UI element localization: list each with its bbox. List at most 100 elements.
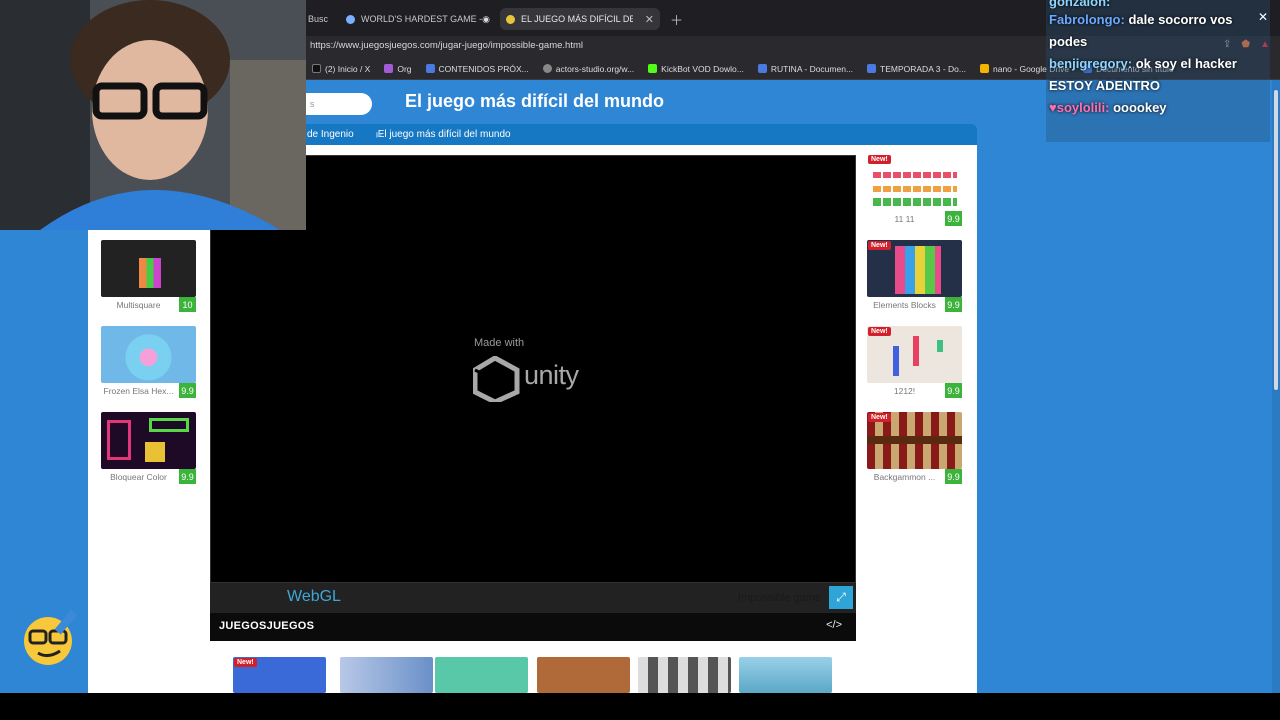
game-title: Multisquare	[116, 300, 161, 310]
scrollbar-thumb[interactable]	[1274, 90, 1278, 390]
chat-user: soylolili:	[1056, 100, 1110, 115]
new-badge: New!	[868, 155, 891, 164]
game-score: 9.9	[179, 383, 196, 398]
game-card[interactable]: Bloquear Color 9.9	[101, 412, 196, 487]
breadcrumb: de Ingenio ▶ El juego más difícil del mu…	[306, 124, 977, 145]
game-name-label: Impossible game	[737, 592, 821, 604]
chat-user: gonzaloh:	[1049, 0, 1111, 9]
tab-partial-label: Busc	[308, 14, 329, 24]
fullscreen-icon[interactable]: ⤢	[829, 586, 853, 609]
game-card[interactable]: New! 11 11 9.9	[867, 154, 962, 229]
chat-text: ok soy el hacker	[1135, 56, 1237, 71]
chat-text: ESTOY ADENTRO	[1049, 78, 1161, 93]
bookmark-item[interactable]: CONTENIDOS PRÓX...	[425, 63, 529, 74]
doc-icon	[867, 64, 877, 73]
related-game-thumbnail[interactable]	[537, 657, 630, 693]
bookmark-item[interactable]: TEMPORADA 3 - Do...	[867, 64, 966, 74]
game-score: 9.9	[945, 469, 962, 484]
tab-favicon-icon	[506, 14, 515, 24]
chat-text: podes	[1049, 34, 1088, 49]
kick-icon	[648, 64, 658, 73]
game-thumbnail	[101, 412, 196, 469]
chat-close-icon[interactable]: ✕	[1258, 10, 1268, 24]
streamer-camera-image	[0, 0, 306, 230]
speaker-icon[interactable]: ◉	[482, 14, 490, 25]
drive-icon	[980, 64, 989, 73]
chat-text: ooookey	[1113, 100, 1167, 115]
game-card[interactable]: New! Backgammon ... 9.9	[867, 412, 962, 487]
game-score: 10	[179, 297, 196, 312]
game-score: 9.9	[945, 297, 962, 312]
bookmark-item[interactable]: Org	[384, 64, 412, 74]
doc-icon	[425, 64, 435, 73]
embed-code-icon[interactable]: </>	[826, 619, 842, 631]
game-thumbnail	[101, 240, 196, 297]
game-title: 11 11	[894, 214, 915, 224]
made-with-label: Made with	[474, 337, 525, 349]
new-badge: New!	[868, 241, 891, 250]
unity-wordmark: unity	[524, 360, 579, 390]
bookmark-item[interactable]: actors-studio.org/w...	[542, 64, 634, 74]
game-card[interactable]: New! 1212! 9.9	[867, 326, 962, 401]
game-thumbnail	[101, 326, 196, 383]
game-score: 9.9	[179, 469, 196, 484]
related-game-thumbnail[interactable]	[739, 657, 832, 693]
tab-label: WORLD'S HARDEST GAME -	[361, 14, 483, 24]
site-logo: JUEGOSJUEGOS	[219, 620, 315, 632]
mascot-icon	[24, 609, 78, 665]
chat-message: podes	[1049, 34, 1087, 49]
bookmark-label: RUTINA - Documen...	[770, 63, 854, 74]
url-text[interactable]: https://www.juegosjuegos.com/jugar-juego…	[310, 40, 583, 51]
webgl-label: WebGL	[287, 588, 341, 605]
bottom-letterbox	[0, 693, 1280, 720]
game-card[interactable]: Frozen Elsa Hex... 9.9	[101, 326, 196, 401]
chat-text: dale socorro vos	[1128, 12, 1233, 27]
chat-user: benjigregory:	[1049, 56, 1133, 71]
new-badge: New!	[868, 327, 891, 336]
bookmark-item[interactable]: (2) Inicio / X	[312, 64, 370, 74]
webcam-overlay	[0, 0, 306, 230]
doc-icon	[757, 64, 767, 73]
tab-el-juego[interactable]: EL JUEGO MÁS DIFÍCIL DEL MUN ✕	[500, 8, 660, 30]
breadcrumb-separator-icon: ▶	[376, 130, 383, 139]
page-title: El juego más difícil del mundo	[405, 91, 665, 111]
bookmark-item[interactable]: RUTINA - Documen...	[757, 63, 854, 74]
game-title: Bloquear Color	[110, 472, 167, 482]
related-game-thumbnail[interactable]: New!	[233, 657, 326, 693]
game-title: 1212!	[893, 386, 916, 396]
search-input[interactable]: s	[306, 93, 372, 115]
chat-message: ESTOY ADENTRO	[1049, 78, 1160, 93]
game-canvas[interactable]: Made with unity	[210, 155, 856, 583]
breadcrumb-current[interactable]: El juego más difícil del mundo	[378, 129, 511, 140]
related-game-thumbnail[interactable]	[435, 657, 528, 693]
bookmark-label: CONTENIDOS PRÓX...	[438, 63, 529, 74]
game-card[interactable]: New! Elements Blocks 9.9	[867, 240, 962, 315]
chat-message: Fabrolongo: dale socorro vos	[1049, 12, 1233, 27]
scrollbar[interactable]	[1272, 80, 1280, 693]
related-game-thumbnail[interactable]	[340, 657, 433, 693]
game-score: 9.9	[945, 383, 962, 398]
new-badge: New!	[868, 413, 891, 422]
chat-message: gonzaloh:	[1049, 0, 1110, 9]
bookmark-label: TEMPORADA 3 - Do...	[880, 63, 966, 74]
bookmark-label: (2) Inicio / X	[325, 63, 371, 74]
tab-favicon-icon	[346, 14, 355, 24]
bookmark-item[interactable]: KickBot VOD Dowlo...	[648, 64, 744, 74]
new-badge: New!	[234, 658, 257, 667]
chat-user: Fabrolongo:	[1049, 12, 1125, 27]
org-icon	[384, 64, 394, 73]
breadcrumb-item[interactable]: de Ingenio	[307, 129, 354, 140]
tab-partial[interactable]: Busc	[306, 8, 334, 30]
game-title: Elements Blocks	[873, 300, 936, 310]
tab-label: EL JUEGO MÁS DIFÍCIL DEL MUN	[521, 14, 633, 24]
tab-worlds-hardest-game[interactable]: WORLD'S HARDEST GAME - ◉	[340, 8, 492, 30]
heart-icon: ♥	[1049, 100, 1057, 115]
game-title: Frozen Elsa Hex...	[103, 386, 174, 396]
game-card[interactable]: Multisquare 10	[101, 240, 196, 315]
related-game-thumbnail[interactable]	[638, 657, 731, 693]
close-tab-icon[interactable]: ✕	[645, 13, 654, 26]
chat-message: benjigregory: ok soy el hacker	[1049, 56, 1237, 71]
new-tab-icon[interactable]: ＋	[670, 10, 683, 29]
chat-message: ♥soylolili: ooookey	[1049, 100, 1167, 115]
stream-chat: gonzaloh: Fabrolongo: dale socorro vos p…	[1046, 0, 1270, 142]
